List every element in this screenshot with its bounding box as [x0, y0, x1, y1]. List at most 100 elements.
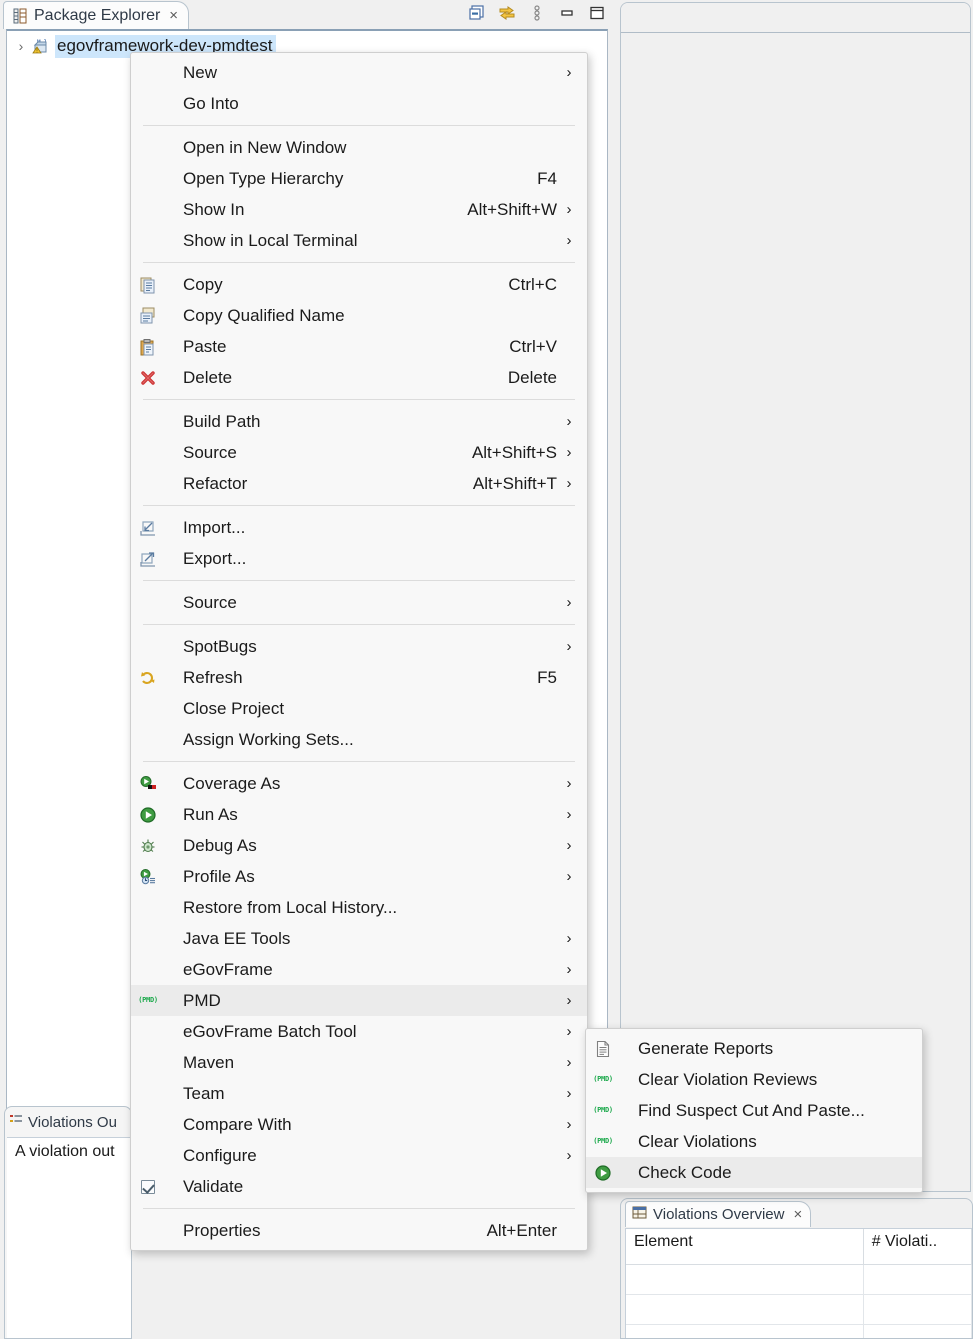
table-cell — [626, 1325, 864, 1339]
menu-item-label: Refactor — [165, 474, 247, 494]
menu-item-copy[interactable]: CopyCtrl+C› — [131, 269, 587, 300]
menu-item-open-in-new-window[interactable]: Open in New Window› — [131, 132, 587, 163]
menu-item-label: Maven — [165, 1053, 234, 1073]
menu-item-open-type-hierarchy[interactable]: Open Type HierarchyF4› — [131, 163, 587, 194]
menu-item-label: Close Project — [165, 699, 284, 719]
minimize-icon[interactable] — [558, 4, 576, 22]
menu-item-check-code[interactable]: Check Code — [586, 1157, 922, 1188]
menu-item-java-ee-tools[interactable]: Java EE Tools› — [131, 923, 587, 954]
tab-violations-outline[interactable]: Violations Ou — [9, 1109, 117, 1135]
menu-item-show-in[interactable]: Show InAlt+Shift+W› — [131, 194, 587, 225]
menu-item-label: Import... — [165, 518, 245, 538]
violations-outline-body — [7, 1137, 132, 1338]
profile-as-icon — [131, 867, 165, 887]
menu-item-restore-from-local-history[interactable]: Restore from Local History...› — [131, 892, 587, 923]
pmd-icon: (PMD) — [586, 1070, 620, 1090]
menu-item-label: eGovFrame Batch Tool — [165, 1022, 357, 1042]
menu-item-source[interactable]: Source› — [131, 587, 587, 618]
menu-item-compare-with[interactable]: Compare With› — [131, 1109, 587, 1140]
chevron-right-icon: › — [561, 413, 577, 430]
menu-item-coverage-as[interactable]: Coverage As› — [131, 768, 587, 799]
view-menu-icon[interactable] — [528, 4, 546, 22]
menu-item-no-icon — [131, 443, 165, 463]
close-icon[interactable]: × — [793, 1207, 802, 1222]
menu-item-go-into[interactable]: Go Into› — [131, 88, 587, 119]
menu-item-close-project[interactable]: Close Project› — [131, 693, 587, 724]
menu-item-clear-violations[interactable]: (PMD)Clear Violations — [586, 1126, 922, 1157]
menu-item-paste[interactable]: PasteCtrl+V› — [131, 331, 587, 362]
menu-item-accelerator: Alt+Shift+T — [473, 474, 561, 494]
menu-item-copy-qualified-name[interactable]: Copy Qualified Name› — [131, 300, 587, 331]
menu-item-assign-working-sets[interactable]: Assign Working Sets...› — [131, 724, 587, 755]
copy-qualified-name-icon — [131, 306, 165, 326]
chevron-right-icon: › — [561, 806, 577, 823]
menu-item-no-icon — [131, 169, 165, 189]
menu-item-source[interactable]: SourceAlt+Shift+S› — [131, 437, 587, 468]
pmd-icon: (PMD) — [131, 991, 165, 1011]
menu-item-generate-reports[interactable]: Generate Reports — [586, 1033, 922, 1064]
table-cell — [864, 1265, 972, 1294]
tab-package-explorer[interactable]: Package Explorer × — [3, 1, 189, 29]
menu-item-team[interactable]: Team› — [131, 1078, 587, 1109]
menu-item-configure[interactable]: Configure› — [131, 1140, 587, 1171]
table-row[interactable] — [626, 1325, 972, 1339]
menu-item-refresh[interactable]: RefreshF5› — [131, 662, 587, 693]
column-header-element[interactable]: Element — [626, 1229, 864, 1264]
collapse-all-icon[interactable] — [468, 4, 486, 22]
menu-item-no-icon — [131, 593, 165, 613]
eclipse-workbench: Package Explorer × — [0, 0, 973, 1339]
chevron-right-icon[interactable]: › — [13, 38, 29, 54]
menu-item-label: Source — [165, 593, 237, 613]
menu-item-no-icon — [131, 231, 165, 251]
violations-overview-view: Violations Overview × Element # Violati.… — [620, 1198, 973, 1339]
menu-item-run-as[interactable]: Run As› — [131, 799, 587, 830]
menu-item-properties[interactable]: PropertiesAlt+Enter› — [131, 1215, 587, 1246]
column-header-violations[interactable]: # Violati.. — [864, 1229, 972, 1264]
chevron-right-icon: › — [561, 1147, 577, 1164]
editor-area-body — [621, 34, 970, 1191]
chevron-right-icon: › — [561, 961, 577, 978]
menu-item-find-suspect-cut-and-paste[interactable]: (PMD)Find Suspect Cut And Paste... — [586, 1095, 922, 1126]
chevron-right-icon: › — [561, 1023, 577, 1040]
menu-item-export[interactable]: Export...› — [131, 543, 587, 574]
project-context-menu[interactable]: New›Go Into› Open in New Window›Open Type… — [130, 52, 588, 1251]
menu-item-no-icon — [131, 412, 165, 432]
menu-separator — [143, 505, 575, 506]
menu-item-label: Generate Reports — [620, 1039, 773, 1059]
menu-item-show-in-local-terminal[interactable]: Show in Local Terminal› — [131, 225, 587, 256]
menu-item-label: Copy Qualified Name — [165, 306, 345, 326]
menu-item-spotbugs[interactable]: SpotBugs› — [131, 631, 587, 662]
editor-area-tabbar — [621, 3, 970, 33]
pmd-submenu[interactable]: Generate Reports (PMD)Clear Violation Rev… — [585, 1028, 923, 1193]
menu-item-maven[interactable]: Maven› — [131, 1047, 587, 1078]
menu-item-label: Coverage As — [165, 774, 280, 794]
menu-item-profile-as[interactable]: Profile As› — [131, 861, 587, 892]
close-icon[interactable]: × — [169, 8, 178, 23]
menu-item-debug-as[interactable]: Debug As› — [131, 830, 587, 861]
menu-item-no-icon — [131, 730, 165, 750]
menu-item-egovframe[interactable]: eGovFrame› — [131, 954, 587, 985]
menu-item-accelerator: Alt+Enter — [487, 1221, 561, 1241]
link-with-editor-icon[interactable] — [498, 4, 516, 22]
table-row[interactable] — [626, 1265, 972, 1295]
menu-item-no-icon — [131, 1146, 165, 1166]
table-cell — [864, 1325, 972, 1339]
menu-item-refactor[interactable]: RefactorAlt+Shift+T› — [131, 468, 587, 499]
tab-violations-overview[interactable]: Violations Overview × — [625, 1201, 811, 1227]
menu-item-build-path[interactable]: Build Path› — [131, 406, 587, 437]
menu-item-validate[interactable]: Validate› — [131, 1171, 587, 1202]
menu-item-pmd[interactable]: (PMD)PMD› — [131, 985, 587, 1016]
menu-item-delete[interactable]: DeleteDelete› — [131, 362, 587, 393]
violations-overview-table[interactable]: Element # Violati.. — [625, 1228, 972, 1338]
table-header-row: Element # Violati.. — [626, 1229, 972, 1265]
menu-item-import[interactable]: Import...› — [131, 512, 587, 543]
menu-separator — [143, 399, 575, 400]
menu-item-egovframe-batch-tool[interactable]: eGovFrame Batch Tool › — [131, 1016, 587, 1047]
maximize-icon[interactable] — [588, 4, 606, 22]
menu-item-clear-violation-reviews[interactable]: (PMD)Clear Violation Reviews — [586, 1064, 922, 1095]
table-row[interactable] — [626, 1295, 972, 1325]
violations-overview-icon — [632, 1205, 647, 1224]
menu-item-new[interactable]: New› — [131, 57, 587, 88]
checkbox-checked-icon — [131, 1177, 165, 1197]
menu-item-label: Debug As — [165, 836, 257, 856]
